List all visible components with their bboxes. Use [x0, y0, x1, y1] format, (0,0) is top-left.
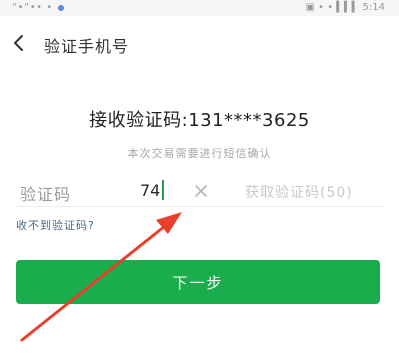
signal-text: “•“•• •	[12, 2, 53, 13]
code-field-label: 验证码	[20, 185, 72, 204]
receive-code-text: 接收验证码:131****3625	[89, 110, 310, 131]
status-bar: “•“•• • ▣ • • ▍▍▍ 5:14	[0, 0, 399, 16]
status-time: ▣ • • ▍▍▍ 5:14	[305, 2, 386, 13]
signal-indicators: “•“•• •	[12, 2, 64, 13]
sms-confirm-hint: 本次交易需要进行短信确认	[127, 147, 272, 160]
chevron-left-icon[interactable]	[10, 33, 28, 53]
no-code-link[interactable]: 收不到验证码?	[16, 217, 95, 233]
resend-code-button[interactable]: 获取验证码(50)	[245, 182, 353, 202]
next-button[interactable]: 下一步	[16, 260, 380, 304]
divider	[16, 206, 384, 207]
next-button-label: 下一步	[172, 273, 224, 292]
close-icon[interactable]	[193, 183, 209, 199]
notification-dot-icon	[57, 4, 64, 11]
text-caret	[162, 180, 164, 200]
page-title: 验证手机号	[44, 37, 130, 56]
verification-code-input[interactable]: 74	[140, 181, 160, 200]
header: 验证手机号	[0, 16, 399, 70]
